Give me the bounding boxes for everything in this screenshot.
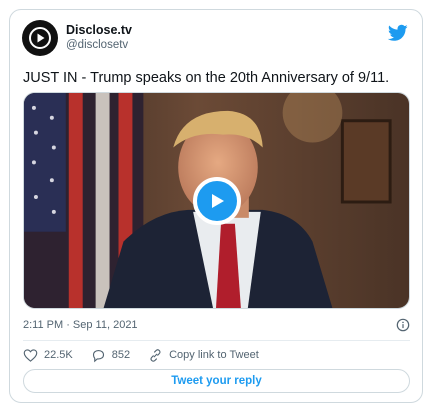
twitter-bird-icon[interactable] (388, 24, 408, 42)
play-icon (211, 193, 224, 208)
timestamp[interactable]: 2:11 PM · Sep 11, 2021 (23, 319, 138, 331)
play-button[interactable] (192, 176, 241, 225)
link-icon (150, 348, 161, 362)
divider (23, 340, 410, 341)
tweet-card: Disclose.tv @disclosetv JUST IN - Trump … (9, 9, 423, 403)
tweet-your-reply-button[interactable]: Tweet your reply (23, 369, 410, 393)
copy-link-button[interactable]: Copy link to Tweet (148, 348, 259, 363)
like-button[interactable]: 22.5K (23, 348, 73, 363)
tweet-text: JUST IN - Trump speaks on the 20th Anniv… (23, 70, 390, 86)
author-handle[interactable]: @disclosetv (66, 38, 132, 53)
author-block: Disclose.tv @disclosetv (66, 23, 132, 53)
author-name[interactable]: Disclose.tv (66, 23, 132, 38)
tweet-actions: 22.5K 852 Copy link to Tweet (23, 346, 410, 364)
reply-count: 852 (111, 349, 131, 361)
like-count: 22.5K (44, 349, 73, 361)
reply-bubble-icon (92, 349, 104, 362)
tweet-meta: 2:11 PM · Sep 11, 2021 (23, 316, 410, 334)
avatar[interactable] (22, 20, 58, 56)
heart-icon (23, 348, 38, 362)
reply-count-button[interactable]: 852 (91, 348, 130, 363)
tweet-header: Disclose.tv @disclosetv (22, 18, 410, 58)
copy-link-label: Copy link to Tweet (169, 349, 259, 361)
video-thumbnail[interactable] (23, 92, 410, 309)
play-logo-icon (29, 27, 51, 49)
info-icon[interactable] (396, 318, 410, 332)
